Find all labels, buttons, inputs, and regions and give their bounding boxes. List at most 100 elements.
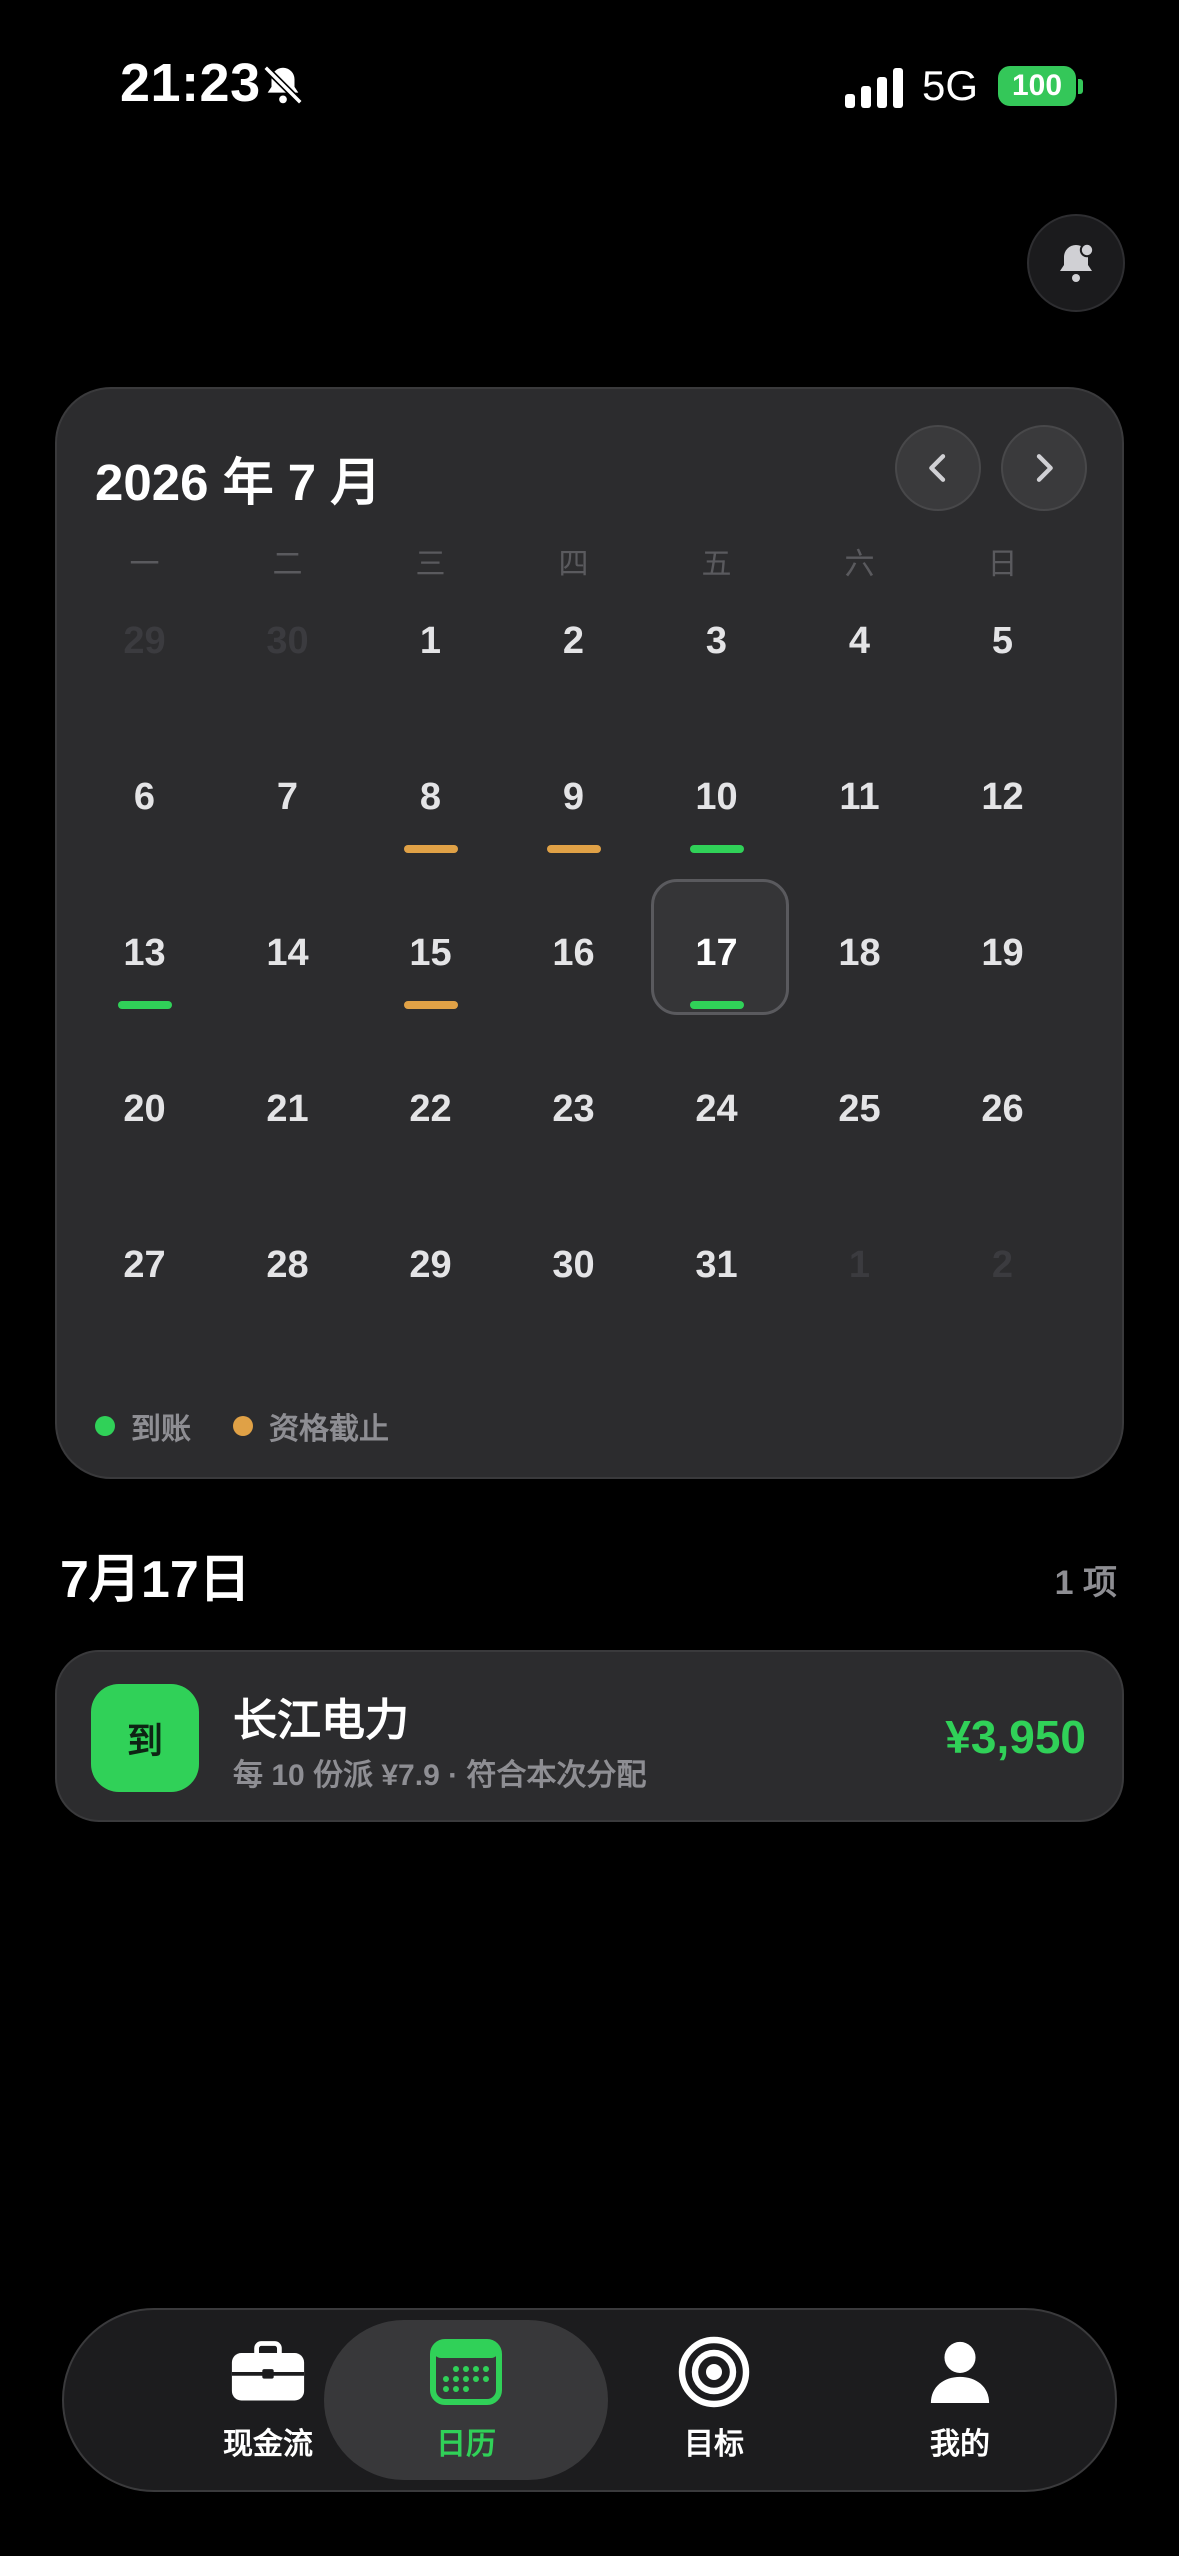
calendar-card: 2026 年 7 月 一 二 三 四 五 六 日 29 30 1 2 3 4 5 6 7 8 9 10… bbox=[55, 387, 1124, 1479]
weekday-label: 三 bbox=[415, 548, 446, 581]
day-number: 21 bbox=[266, 1088, 309, 1130]
person-icon bbox=[922, 2337, 998, 2407]
calendar-day[interactable]: 25 bbox=[788, 1079, 931, 1235]
day-number: 2 bbox=[991, 1244, 1014, 1286]
calendar-day[interactable]: 29 bbox=[359, 1235, 502, 1391]
calendar-day[interactable]: 28 bbox=[216, 1235, 359, 1391]
calendar-day[interactable]: 26 bbox=[931, 1079, 1074, 1235]
event-card[interactable]: 到 长江电力 每 10 份派 ¥7.9 · 符合本次分配 ¥3,950 bbox=[55, 1650, 1124, 1822]
calendar-day[interactable]: 31 bbox=[645, 1235, 788, 1391]
calendar-icon bbox=[428, 2337, 504, 2407]
event-type-badge: 到 bbox=[91, 1684, 199, 1792]
calendar-day[interactable]: 30 bbox=[216, 611, 359, 767]
calendar-day[interactable]: 6 bbox=[73, 767, 216, 923]
calendar-day[interactable]: 14 bbox=[216, 923, 359, 1079]
briefcase-icon bbox=[230, 2337, 306, 2407]
legend-item-deadline: 资格截止 bbox=[233, 1404, 389, 1448]
day-number: 29 bbox=[123, 620, 166, 662]
selected-date-title: 7月17日 bbox=[60, 1551, 251, 1609]
legend-label: 到账 bbox=[131, 1413, 191, 1446]
day-number: 16 bbox=[552, 932, 595, 974]
selected-date-count: 1 项 bbox=[1054, 1564, 1117, 1602]
day-number: 25 bbox=[838, 1088, 881, 1130]
weekday-label: 二 bbox=[272, 548, 303, 581]
calendar-day[interactable]: 4 bbox=[788, 611, 931, 767]
weekday-label: 六 bbox=[844, 548, 875, 581]
day-number: 30 bbox=[266, 620, 309, 662]
legend-item-received: 到账 bbox=[95, 1404, 191, 1448]
calendar-day[interactable]: 2 bbox=[931, 1235, 1074, 1391]
network-type: 5G bbox=[922, 62, 979, 109]
day-number: 8 bbox=[419, 776, 442, 818]
day-number: 11 bbox=[839, 776, 880, 818]
day-number: 6 bbox=[133, 776, 156, 818]
status-bar: 21:23 5G 100 bbox=[0, 0, 1179, 175]
calendar-day[interactable]: 11 bbox=[788, 767, 931, 923]
weekday-label: 日 bbox=[987, 548, 1018, 581]
calendar-day[interactable]: 27 bbox=[73, 1235, 216, 1391]
day-number: 27 bbox=[123, 1244, 166, 1286]
day-number: 29 bbox=[409, 1244, 452, 1286]
tab-calendar[interactable]: 日历 bbox=[324, 2320, 608, 2480]
battery-tip bbox=[1078, 79, 1083, 94]
legend-label: 资格截止 bbox=[269, 1413, 389, 1446]
tab-goals[interactable]: 目标 bbox=[572, 2320, 856, 2480]
calendar-day[interactable]: 8 bbox=[359, 767, 502, 923]
next-month-button[interactable] bbox=[1001, 425, 1087, 511]
deadline-marker bbox=[547, 845, 601, 853]
day-number: 20 bbox=[123, 1088, 166, 1130]
calendar-day[interactable]: 30 bbox=[502, 1235, 645, 1391]
calendar-day[interactable]: 7 bbox=[216, 767, 359, 923]
calendar-day-selected[interactable]: 17 bbox=[645, 879, 789, 1079]
tab-label: 日历 bbox=[436, 2428, 496, 2461]
calendar-day[interactable]: 13 bbox=[73, 923, 216, 1079]
calendar-month-title: 2026 年 7 月 bbox=[95, 454, 382, 511]
calendar-legend: 到账 资格截止 bbox=[95, 1404, 431, 1448]
notification-button[interactable] bbox=[1027, 214, 1125, 312]
calendar-day[interactable]: 1 bbox=[359, 611, 502, 767]
day-number: 1 bbox=[848, 1244, 871, 1286]
signal-icon bbox=[845, 68, 903, 108]
calendar-day[interactable]: 2 bbox=[502, 611, 645, 767]
calendar-days-grid: 29 30 1 2 3 4 5 6 7 8 9 10 11 12 13 14 15 16 17 18 19 20 21 22 2… bbox=[73, 611, 1074, 1391]
calendar-day[interactable]: 18 bbox=[788, 923, 931, 1079]
weekday-label: 四 bbox=[558, 548, 589, 581]
legend-dot-green bbox=[95, 1416, 115, 1436]
deadline-marker bbox=[404, 1001, 458, 1009]
tab-profile[interactable]: 我的 bbox=[818, 2320, 1102, 2480]
calendar-day[interactable]: 22 bbox=[359, 1079, 502, 1235]
calendar-day[interactable]: 29 bbox=[73, 611, 216, 767]
day-number: 19 bbox=[981, 932, 1024, 974]
day-number: 3 bbox=[705, 620, 728, 662]
day-number: 10 bbox=[695, 776, 738, 818]
calendar-day[interactable]: 16 bbox=[502, 923, 645, 1079]
calendar-day[interactable]: 21 bbox=[216, 1079, 359, 1235]
payout-marker bbox=[690, 845, 744, 853]
payout-marker bbox=[690, 1001, 744, 1009]
calendar-day[interactable]: 5 bbox=[931, 611, 1074, 767]
day-number: 23 bbox=[552, 1088, 595, 1130]
calendar-day[interactable]: 23 bbox=[502, 1079, 645, 1235]
day-number: 28 bbox=[266, 1244, 309, 1286]
event-subtitle: 每 10 份派 ¥7.9 · 符合本次分配 bbox=[233, 1759, 647, 1792]
legend-dot-orange bbox=[233, 1416, 253, 1436]
deadline-marker bbox=[404, 845, 458, 853]
calendar-day[interactable]: 20 bbox=[73, 1079, 216, 1235]
calendar-day[interactable]: 1 bbox=[788, 1235, 931, 1391]
chevron-left-icon bbox=[929, 454, 946, 482]
event-title: 长江电力 bbox=[233, 1696, 409, 1745]
calendar-day[interactable]: 9 bbox=[502, 767, 645, 923]
weekday-label: 一 bbox=[129, 548, 160, 581]
calendar-day[interactable]: 24 bbox=[645, 1079, 788, 1235]
day-number: 15 bbox=[409, 932, 452, 974]
calendar-day[interactable]: 3 bbox=[645, 611, 788, 767]
tab-label: 我的 bbox=[930, 2428, 990, 2461]
day-number: 5 bbox=[991, 620, 1014, 662]
previous-month-button[interactable] bbox=[895, 425, 981, 511]
tab-bar: 现金流 日历 目标 我的 bbox=[62, 2308, 1117, 2492]
calendar-day[interactable]: 12 bbox=[931, 767, 1074, 923]
calendar-day[interactable]: 15 bbox=[359, 923, 502, 1079]
day-number: 7 bbox=[276, 776, 299, 818]
bell-badge-icon bbox=[1060, 242, 1095, 282]
calendar-day[interactable]: 19 bbox=[931, 923, 1074, 1079]
